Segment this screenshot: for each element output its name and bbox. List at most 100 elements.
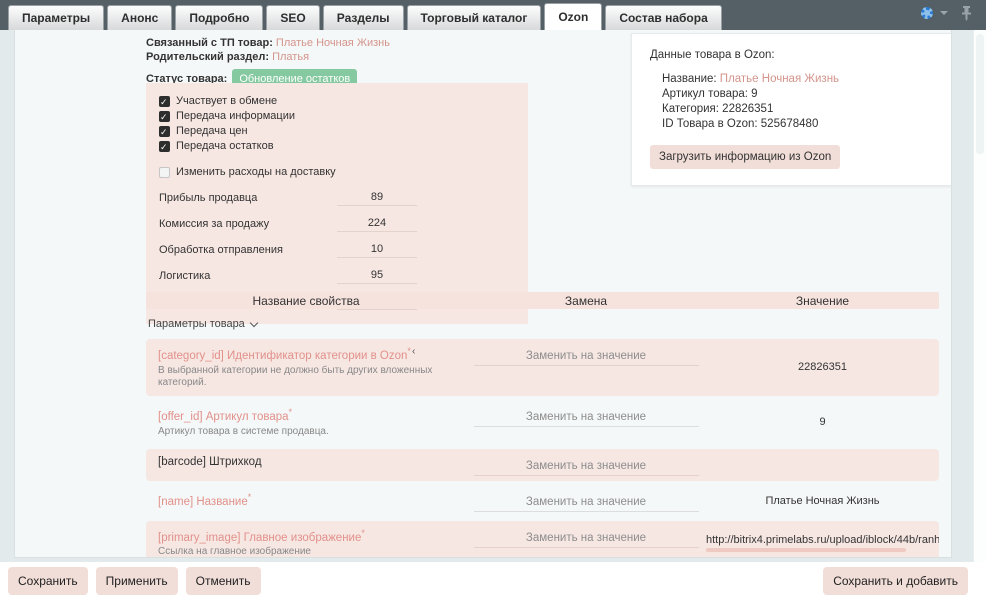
tab-parametry[interactable]: Параметры (8, 5, 104, 30)
checkbox-stock-transfer[interactable]: Передача остатков (159, 139, 515, 154)
ozon-card-title: Данные товара в Ozon: (650, 49, 934, 61)
checked-checkbox-icon[interactable] (159, 126, 170, 137)
shipment-processing-input[interactable] (337, 241, 417, 258)
pin-icon[interactable] (961, 6, 972, 21)
property-description: В выбранной категории не должно быть дру… (158, 365, 456, 389)
field-logistics: Логистика (159, 267, 515, 284)
tree-select-icon[interactable]: ‹ (412, 346, 415, 357)
checkbox-delivery-costs[interactable]: Изменить расходы на доставку (159, 165, 515, 180)
ozon-name-label: Название: (662, 73, 717, 85)
save-and-add-button[interactable]: Сохранить и добавить (823, 567, 968, 595)
table-row-offer-id: [offer_id] Артикул товара* Артикул товар… (146, 400, 939, 445)
apply-button[interactable]: Применить (96, 567, 178, 595)
checkbox-price-transfer[interactable]: Передача цен (159, 124, 515, 139)
tab-anons[interactable]: Анонс (107, 5, 172, 30)
property-link[interactable]: [category_id] Идентификатор категории в … (158, 350, 407, 362)
field-label: Прибыль продавца (159, 192, 337, 206)
logistics-input[interactable] (337, 267, 417, 284)
checked-checkbox-icon[interactable] (159, 141, 170, 152)
tab-torgovy-katalog[interactable]: Торговый каталог (407, 5, 542, 30)
field-seller-profit: Прибыль продавца (159, 189, 515, 206)
chevron-down-icon (250, 318, 258, 326)
ozon-name-link[interactable]: Платье Ночная Жизнь (720, 73, 839, 85)
property-value (706, 454, 939, 476)
ozon-offer-label: Артикул товара: (662, 88, 748, 100)
table-row-category-id: [category_id] Идентификатор категории в … (146, 339, 939, 396)
table-header: Название свойства Замена Значение (146, 292, 939, 309)
checkbox-exchange-participate[interactable]: Участвует в обмене (159, 94, 515, 109)
property-link[interactable]: [offer_id] Артикул товара (158, 411, 289, 423)
properties-table: Название свойства Замена Значение Параме… (146, 292, 939, 558)
replace-value-input[interactable] (474, 531, 699, 548)
ozon-product-id-label: ID Товара в Ozon: (662, 118, 758, 130)
sale-commission-input[interactable] (337, 215, 417, 232)
checkbox-label: Участвует в обмене (176, 94, 277, 109)
replace-value-input[interactable] (474, 459, 699, 476)
required-mark: * (361, 528, 365, 538)
required-mark: * (248, 492, 252, 502)
property-value: Платье Ночная Жизнь (706, 490, 939, 512)
content-panel: Связанный с ТП товар: Платье Ночная Жизн… (14, 30, 952, 558)
linked-product-link[interactable]: Платье Ночная Жизнь (276, 37, 390, 49)
group-toggle-product-params[interactable]: Параметры товара (148, 318, 939, 330)
column-header-value: Значение (706, 294, 939, 308)
primary-image-url[interactable]: http://bitrix4.primelabs.ru/upload/ibloc… (706, 534, 939, 546)
column-header-replace: Замена (466, 294, 706, 308)
settings-caret-icon[interactable] (940, 11, 948, 15)
checkbox-label: Передача остатков (176, 139, 274, 154)
cancel-button[interactable]: Отменить (186, 567, 261, 595)
ozon-product-id-value: 525678480 (761, 118, 819, 130)
field-label: Обработка отправления (159, 244, 337, 258)
scrollbar-thumb[interactable] (976, 34, 984, 154)
property-link[interactable]: [name] Название (158, 495, 248, 507)
ozon-category-label: Категория: (662, 103, 719, 115)
table-row-barcode: [barcode] Штрихкод (146, 449, 939, 481)
checkbox-label: Передача цен (176, 124, 248, 139)
required-mark: * (407, 346, 411, 356)
ozon-category-value: 22826351 (722, 103, 773, 115)
required-mark: * (289, 407, 293, 417)
property-link[interactable]: [primary_image] Главное изображение (158, 531, 361, 543)
checkbox-info-transfer[interactable]: Передача информации (159, 109, 515, 124)
unchecked-checkbox-icon[interactable] (159, 167, 170, 178)
product-info-block: Связанный с ТП товар: Платье Ночная Жизн… (146, 36, 390, 89)
checkbox-label: Изменить расходы на доставку (176, 165, 336, 180)
ozon-offer-value: 9 (751, 88, 757, 100)
tab-podrobno[interactable]: Подробно (175, 5, 263, 30)
load-from-ozon-button[interactable]: Загрузить информацию из Ozon (650, 145, 840, 169)
tab-razdely[interactable]: Разделы (323, 5, 404, 30)
checkbox-label: Передача информации (176, 109, 295, 124)
column-header-property: Название свойства (146, 294, 466, 308)
replace-value-input[interactable] (474, 495, 699, 512)
url-underline (706, 548, 906, 552)
linked-product-label: Связанный с ТП товар: (146, 37, 273, 49)
property-label: [barcode] Штрихкод (158, 456, 456, 468)
parent-section-link[interactable]: Платья (272, 51, 309, 63)
footer-bar: Сохранить Применить Отменить Сохранить и… (0, 562, 986, 600)
property-description: Ссылка на главное изображение (158, 546, 456, 558)
property-value: 9 (706, 405, 939, 440)
table-row-primary-image: [primary_image] Главное изображение* Ссы… (146, 521, 939, 558)
field-sale-commission: Комиссия за продажу (159, 215, 515, 232)
field-label: Комиссия за продажу (159, 218, 337, 232)
exchange-settings-form: Участвует в обмене Передача информации П… (146, 83, 528, 324)
tab-sostav-nabora[interactable]: Состав набора (605, 5, 721, 30)
table-row-name: [name] Название* Платье Ночная Жизнь (146, 485, 939, 517)
field-label: Логистика (159, 270, 337, 284)
tab-seo[interactable]: SEO (266, 5, 319, 30)
vertical-scrollbar[interactable] (973, 30, 986, 562)
parent-section-label: Родительский раздел: (146, 51, 269, 63)
field-shipment-processing: Обработка отправления (159, 241, 515, 258)
replace-value-input[interactable] (474, 349, 699, 366)
group-toggle-label: Параметры товара (148, 318, 245, 330)
save-button[interactable]: Сохранить (8, 567, 88, 595)
checked-checkbox-icon[interactable] (159, 111, 170, 122)
tab-bar: Параметры Анонс Подробно SEO Разделы Тор… (0, 0, 986, 30)
tab-ozon[interactable]: Ozon (544, 3, 602, 30)
property-description: Артикул товара в системе продавца. (158, 426, 456, 438)
property-value: 22826351 (706, 344, 939, 391)
checked-checkbox-icon[interactable] (159, 96, 170, 107)
replace-value-input[interactable] (474, 410, 699, 427)
seller-profit-input[interactable] (337, 189, 417, 206)
settings-gear-icon[interactable] (921, 7, 933, 19)
